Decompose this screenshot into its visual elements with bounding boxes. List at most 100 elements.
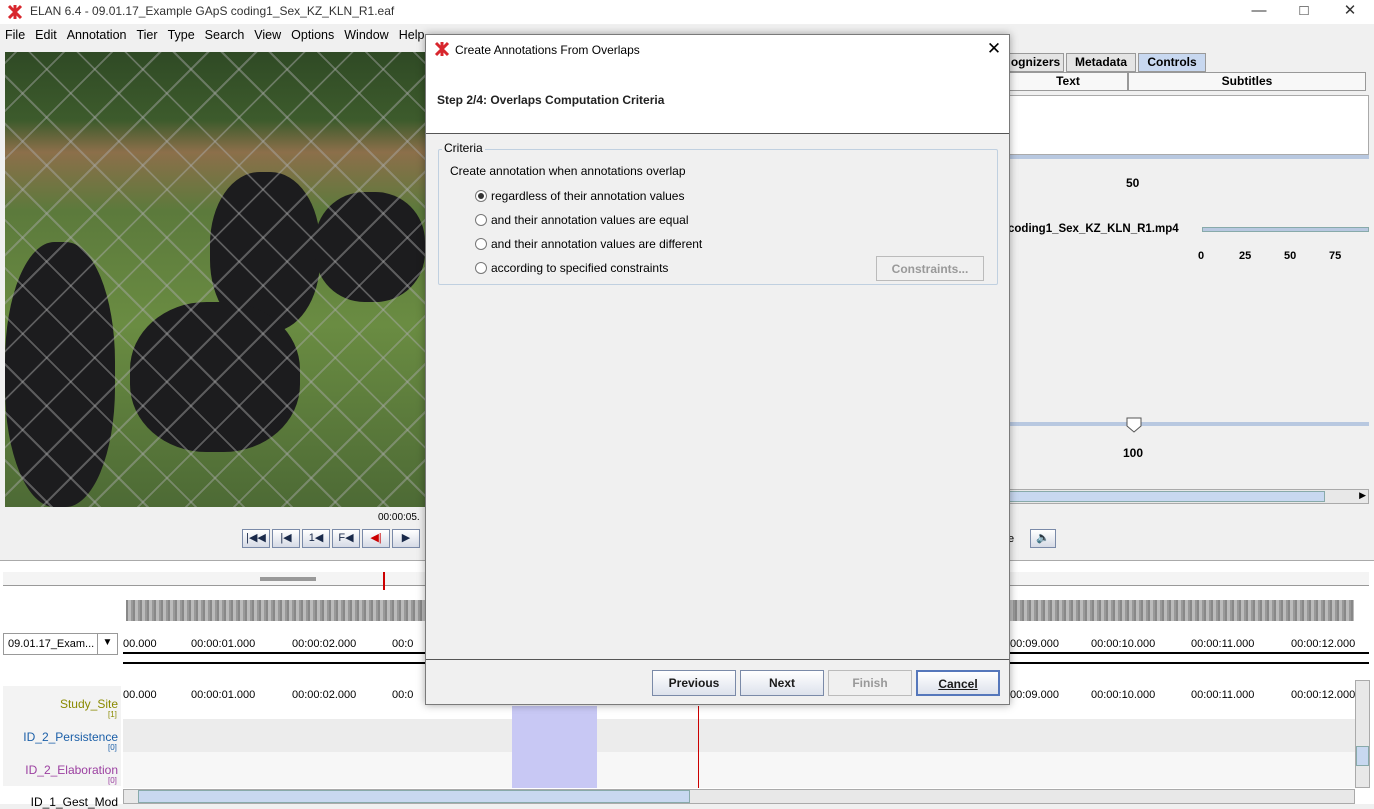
ruler-tick: 00:00:01.000 <box>191 689 256 701</box>
ruler-tick: 00.000 <box>123 689 157 701</box>
frame-step-button[interactable]: F◀ <box>332 529 360 548</box>
radio-equal[interactable] <box>475 214 487 226</box>
tier-row[interactable] <box>123 719 1355 752</box>
media-offset-slider[interactable] <box>1202 227 1369 232</box>
vertical-scrollbar-thumb[interactable] <box>1356 746 1369 766</box>
tier-label-id1-gest-mod[interactable]: ID_1_Gest_Mod <box>0 795 118 809</box>
ruler-tick: 00:09.000 <box>1010 638 1059 650</box>
radio-regardless[interactable] <box>475 190 487 202</box>
minimize-icon[interactable]: — <box>1236 0 1282 24</box>
scrollbar-thumb[interactable] <box>1009 491 1325 502</box>
subtab-text[interactable]: Text <box>1008 72 1128 91</box>
previous-second-button[interactable]: 1◀ <box>302 529 330 548</box>
ruler-tick: 00:00:02.000 <box>292 638 357 650</box>
radio-constraints[interactable] <box>475 262 487 274</box>
play-button[interactable]: ▶ <box>392 529 420 548</box>
option-label[interactable]: and their annotation values are differen… <box>491 237 702 251</box>
tier-count: [1] <box>108 710 117 719</box>
menu-type[interactable]: Type <box>163 25 200 42</box>
dialog-title: Create Annotations From Overlaps <box>455 43 640 57</box>
overview-visible-range <box>260 577 316 581</box>
previous-boundary-button[interactable]: ◀| <box>362 529 390 548</box>
ruler-tick: 00.000 <box>123 638 157 650</box>
tier-count: [0] <box>108 743 117 752</box>
overview-cursor <box>383 572 385 590</box>
ruler-tick: 00:00:01.000 <box>191 638 256 650</box>
ruler-tick: 00:00:11.000 <box>1191 638 1255 650</box>
previous-button[interactable]: Previous <box>652 670 736 696</box>
elan-logo-icon <box>7 4 23 20</box>
ruler-tick: 00:0 <box>392 638 414 650</box>
selection-highlight <box>512 706 597 788</box>
step-title: Step 2/4: Overlaps Computation Criteria <box>437 93 665 107</box>
volume-slider-thumb-icon[interactable] <box>1126 417 1142 433</box>
scroll-right-icon[interactable]: ▶ <box>1359 490 1366 501</box>
ruler-tick: 00:09.000 <box>1010 689 1059 701</box>
chevron-down-icon[interactable]: ▼ <box>97 634 117 654</box>
dialog-header: Create Annotations From Overlaps ✕ Step … <box>426 35 1009 134</box>
volume-speaker-icon[interactable]: 🔈 <box>1030 529 1056 548</box>
cancel-button[interactable]: Cancel <box>916 670 1000 696</box>
media-tick-75: 75 <box>1329 250 1342 262</box>
ruler-tick: 00:00:10.000 <box>1091 638 1156 650</box>
finish-button[interactable]: Finish <box>828 670 912 696</box>
tier-label-study-site[interactable]: Study_Site <box>0 697 118 711</box>
menu-edit[interactable]: Edit <box>30 25 62 42</box>
tab-metadata[interactable]: Metadata <box>1066 53 1136 72</box>
media-tick-0: 0 <box>1198 250 1205 262</box>
media-tick-50: 50 <box>1284 250 1297 262</box>
ruler-tick: 00:00:10.000 <box>1091 689 1156 701</box>
window-title: ELAN 6.4 - 09.01.17_Example GApS coding1… <box>30 4 395 18</box>
rate-slider-track[interactable] <box>1008 155 1369 159</box>
tier-label-id2-persistence[interactable]: ID_2_Persistence <box>0 730 118 744</box>
menu-search[interactable]: Search <box>200 25 250 42</box>
maximize-icon[interactable]: □ <box>1281 0 1327 24</box>
menu-view[interactable]: View <box>249 25 286 42</box>
ruler-tick: 00:00:12.000 <box>1291 638 1356 650</box>
media-tick-25: 25 <box>1239 250 1252 262</box>
subtab-subtitles[interactable]: Subtitles <box>1128 72 1366 91</box>
next-button[interactable]: Next <box>740 670 824 696</box>
tier-row[interactable] <box>123 752 1355 788</box>
window-title-bar: ELAN 6.4 - 09.01.17_Example GApS coding1… <box>0 0 1374 24</box>
media-file-name-text: coding1_Sex_KZ_KLN_R1.mp4 <box>1008 223 1179 235</box>
dialog-footer-divider <box>426 659 1009 660</box>
media-file-name: ּcoding1_Sex_KZ_KLN_R1.mp4 <box>1008 223 1179 235</box>
media-time-label: 00:00:05. <box>378 512 420 523</box>
radio-different[interactable] <box>475 238 487 250</box>
menu-tier[interactable]: Tier <box>131 25 162 42</box>
timeline-vertical-scrollbar[interactable] <box>1355 680 1370 788</box>
create-annotations-dialog: Create Annotations From Overlaps ✕ Step … <box>425 34 1010 705</box>
elan-logo-icon <box>434 41 450 57</box>
controls-panel-top <box>1008 95 1369 155</box>
volume-slider-track[interactable] <box>1008 422 1369 426</box>
dialog-close-icon[interactable]: ✕ <box>982 38 1006 62</box>
option-label[interactable]: according to specified constraints <box>491 261 668 275</box>
ruler-tick: 00:0 <box>392 689 414 701</box>
menu-annotation[interactable]: Annotation <box>62 25 132 42</box>
menu-options[interactable]: Options <box>286 25 339 42</box>
previous-frame-button[interactable]: |◀ <box>272 529 300 548</box>
menu-file[interactable]: File <box>0 25 30 42</box>
go-to-begin-button[interactable]: |◀◀ <box>242 529 270 548</box>
tab-controls[interactable]: Controls <box>1138 53 1206 72</box>
criteria-group-label: Criteria <box>442 141 485 155</box>
tier-label-id2-elaboration[interactable]: ID_2_Elaboration <box>0 763 118 777</box>
option-label[interactable]: regardless of their annotation values <box>491 189 684 203</box>
tab-recognizers[interactable]: ognizers <box>1008 53 1064 72</box>
option-label[interactable]: and their annotation values are equal <box>491 213 688 227</box>
crosshair-cursor <box>698 706 699 788</box>
waveform-right[interactable] <box>1008 600 1354 621</box>
tier-count: [0] <box>108 776 117 785</box>
horizontal-scrollbar-thumb[interactable] <box>138 790 690 803</box>
video-viewer[interactable] <box>5 52 425 507</box>
constraints-button[interactable]: Constraints... <box>876 256 984 281</box>
ruler-tick: 00:00:11.000 <box>1191 689 1255 701</box>
controls-horizontal-scrollbar[interactable]: ▶ <box>1008 489 1369 504</box>
ruler-tick: 00:00:12.000 <box>1291 689 1356 701</box>
waveform-left[interactable] <box>126 600 426 621</box>
menu-window[interactable]: Window <box>339 25 393 42</box>
rate-slider-label: 50 <box>1126 176 1140 190</box>
ruler-tick: 00:00:02.000 <box>292 689 357 701</box>
close-icon[interactable]: ✕ <box>1327 0 1373 24</box>
